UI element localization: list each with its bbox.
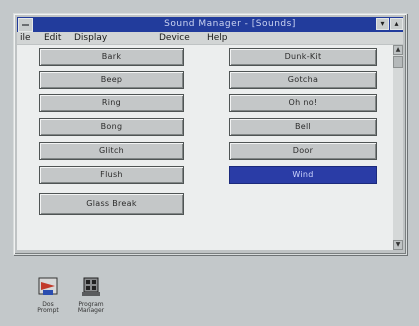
- system-menu-icon[interactable]: [18, 18, 33, 32]
- menu-bar: ile Edit Display Device Help: [17, 32, 403, 44]
- sound-button-wind[interactable]: Wind: [229, 166, 377, 184]
- minimize-icon[interactable]: ▾: [376, 18, 389, 30]
- desktop: Sound Manager - [Sounds] ▾ ▴ ile Edit Di…: [0, 0, 419, 326]
- desktop-icon-program-manager[interactable]: Program Manager: [74, 276, 108, 314]
- menu-device[interactable]: Device: [159, 32, 190, 44]
- program-manager-label: Program Manager: [77, 301, 105, 314]
- sound-button-glass-break[interactable]: Glass Break: [39, 193, 184, 215]
- desktop-icon-dos-prompt[interactable]: Dos Prompt: [31, 276, 65, 314]
- sound-button-flush[interactable]: Flush: [39, 166, 184, 184]
- menu-display[interactable]: Display: [74, 32, 107, 44]
- sound-button-beep[interactable]: Beep: [39, 71, 184, 89]
- sound-button-ring[interactable]: Ring: [39, 94, 184, 112]
- dos-prompt-icon: [38, 277, 58, 295]
- window-title: Sound Manager - [Sounds]: [164, 19, 296, 29]
- scroll-up-icon[interactable]: ▲: [393, 45, 403, 55]
- title-bar[interactable]: Sound Manager - [Sounds] ▾ ▴: [17, 17, 403, 32]
- scroll-thumb[interactable]: [393, 56, 403, 68]
- program-manager-icon: [82, 277, 100, 296]
- sound-button-bell[interactable]: Bell: [229, 118, 377, 136]
- sound-button-gotcha[interactable]: Gotcha: [229, 71, 377, 89]
- menu-file[interactable]: ile: [20, 32, 31, 44]
- sound-button-door[interactable]: Door: [229, 142, 377, 160]
- app-window: Sound Manager - [Sounds] ▾ ▴ ile Edit Di…: [13, 13, 407, 255]
- vertical-scrollbar[interactable]: ▲ ▼: [393, 45, 403, 250]
- menu-edit[interactable]: Edit: [44, 32, 61, 44]
- menu-help[interactable]: Help: [207, 32, 228, 44]
- sound-button-bark[interactable]: Bark: [39, 48, 184, 66]
- sound-button-dunk-kit[interactable]: Dunk-Kit: [229, 48, 377, 66]
- button-panel: Bark Beep Ring Bong Glitch Flush Glass B…: [17, 45, 393, 250]
- sound-button-glitch[interactable]: Glitch: [39, 142, 184, 160]
- sound-button-oh-no[interactable]: Oh no!: [229, 94, 377, 112]
- scroll-down-icon[interactable]: ▼: [393, 240, 403, 250]
- sound-button-bong[interactable]: Bong: [39, 118, 184, 136]
- dos-prompt-label: Dos Prompt: [37, 301, 59, 314]
- maximize-icon[interactable]: ▴: [390, 18, 403, 30]
